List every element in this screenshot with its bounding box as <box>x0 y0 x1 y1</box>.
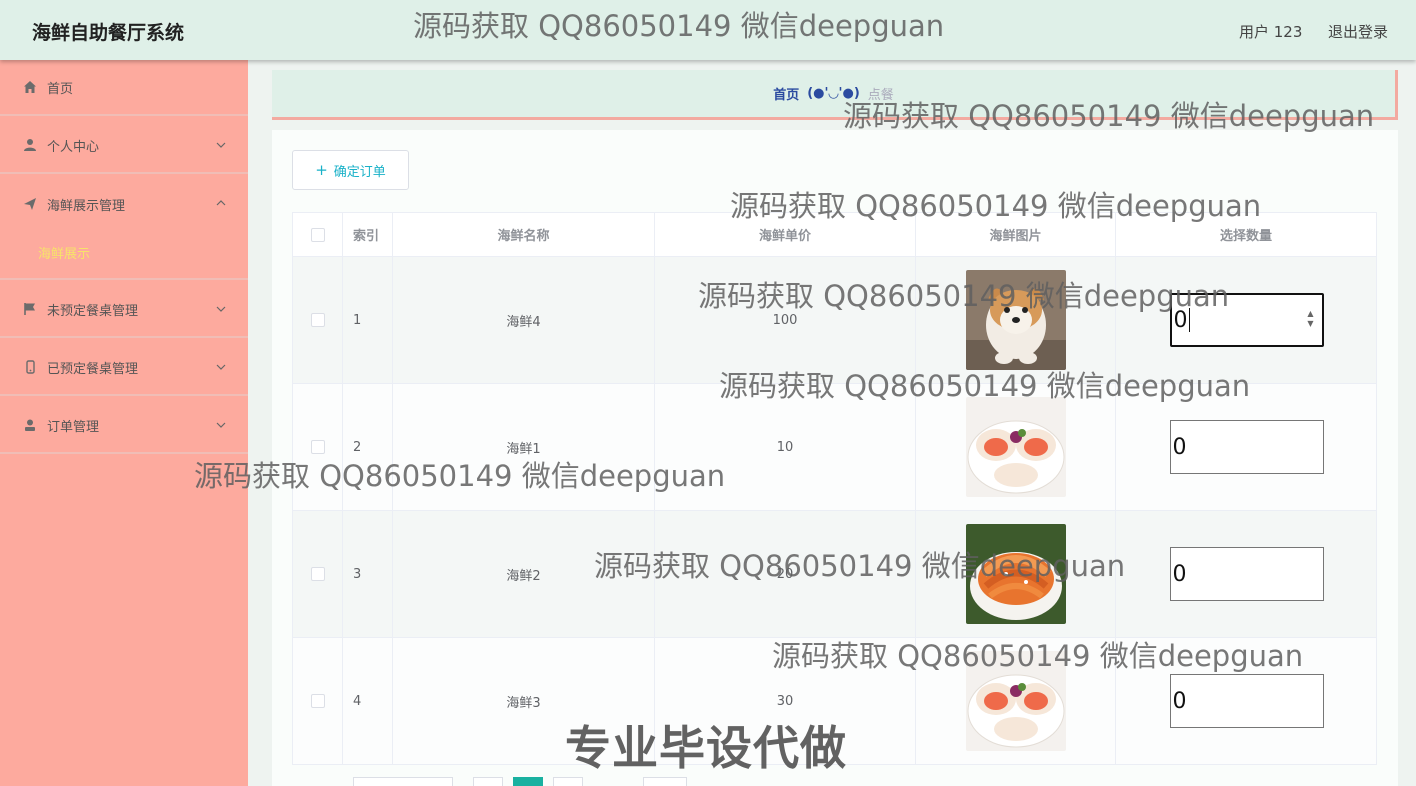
row-checkbox[interactable] <box>310 440 325 454</box>
sidebar-item-label: 首页 <box>47 81 74 97</box>
row-image-cell <box>916 257 1116 383</box>
quantity-stepper[interactable]: 0 ▲ ▼ <box>1169 293 1324 347</box>
column-header: 索引 <box>343 213 393 256</box>
table-row: 4 海鲜3 30 0 <box>293 638 1377 765</box>
row-name: 海鲜1 <box>393 384 655 510</box>
row-checkbox-cell <box>293 638 343 764</box>
row-checkbox[interactable] <box>310 694 325 708</box>
chevron-down-icon <box>216 422 226 428</box>
confirm-order-button[interactable]: + 确定订单 <box>292 150 409 190</box>
spinner-arrows-icon[interactable]: ▲ ▼ <box>1307 309 1313 329</box>
top-header: 海鲜自助餐厅系统 用户 123 退出登录 <box>0 0 1416 60</box>
row-price: 20 <box>655 511 916 637</box>
column-header: 海鲜名称 <box>393 213 655 256</box>
current-page-button[interactable] <box>513 777 543 786</box>
sidebar: 首页 个人中心 海鲜展示管理 海鲜展示 未预定餐桌管理 已预定餐桌管理 订单管理 <box>0 60 248 786</box>
sidebar-item-label: 已预定餐桌管理 <box>47 361 139 377</box>
sidebar-item-home[interactable]: 首页 <box>0 60 248 116</box>
quantity-stepper[interactable]: 0 <box>1169 674 1324 728</box>
sidebar-item-seafood-display-mgmt[interactable]: 海鲜展示管理 <box>0 176 248 232</box>
table-row: 3 海鲜2 20 0 <box>293 511 1377 638</box>
sidebar-item-label: 海鲜展示管理 <box>47 198 126 214</box>
quantity-stepper[interactable]: 0 <box>1169 420 1324 474</box>
shrimp-photo <box>965 524 1066 624</box>
row-price: 100 <box>655 257 916 383</box>
row-index: 4 <box>343 638 393 764</box>
quantity-value: 0 <box>1172 688 1187 714</box>
user-icon <box>22 137 38 153</box>
breadcrumb: 首页 (●'◡'●) 点餐 <box>272 70 1398 120</box>
plus-icon: + <box>315 161 328 179</box>
breadcrumb-current: 点餐 <box>867 88 894 103</box>
seafood-table: 索引 海鲜名称 海鲜单价 海鲜图片 选择数量 1 海鲜4 100 0 ▲ ▼ 2… <box>292 212 1377 765</box>
table-header-row: 索引 海鲜名称 海鲜单价 海鲜图片 选择数量 <box>293 213 1377 257</box>
quantity-value: 0 <box>1172 434 1187 460</box>
prev-page-button[interactable] <box>473 777 503 786</box>
chevron-down-icon <box>216 306 226 312</box>
confirm-order-label: 确定订单 <box>333 164 386 180</box>
sidebar-item-profile[interactable]: 个人中心 <box>0 118 248 174</box>
breadcrumb-home[interactable]: 首页 <box>773 84 799 103</box>
table-row: 1 海鲜4 100 0 ▲ ▼ <box>293 257 1377 384</box>
goto-page-input[interactable] <box>643 777 687 786</box>
chevron-down-icon <box>216 364 226 370</box>
column-header: 选择数量 <box>1116 213 1377 256</box>
flag-icon <box>22 301 38 317</box>
row-checkbox-cell <box>293 511 343 637</box>
table-row: 2 海鲜1 10 0 <box>293 384 1377 511</box>
sidebar-item-label: 未预定餐桌管理 <box>47 303 139 319</box>
logout-link[interactable]: 退出登录 <box>1328 21 1388 42</box>
select-all-checkbox[interactable] <box>310 227 325 242</box>
sidebar-subitem-seafood-display[interactable]: 海鲜展示 <box>0 230 248 280</box>
chevron-up-icon <box>216 200 226 206</box>
person-icon <box>22 417 38 433</box>
row-qty-cell: 0 <box>1116 638 1377 764</box>
row-index: 3 <box>343 511 393 637</box>
row-checkbox[interactable] <box>310 567 325 581</box>
quantity-value: 0 <box>1173 307 1188 333</box>
sidebar-item-orders[interactable]: 订单管理 <box>0 398 248 454</box>
row-name: 海鲜3 <box>393 638 655 764</box>
row-qty-cell: 0 <box>1116 511 1377 637</box>
next-page-button[interactable] <box>553 777 583 786</box>
header-checkbox-cell <box>293 213 343 256</box>
phone-icon <box>22 359 38 375</box>
row-image-cell <box>916 384 1116 510</box>
current-user: 用户 123 <box>1239 23 1303 41</box>
row-image-cell <box>916 511 1116 637</box>
app-title: 海鲜自助餐厅系统 <box>32 22 185 44</box>
sidebar-item-reserved-tables[interactable]: 已预定餐桌管理 <box>0 340 248 396</box>
row-name: 海鲜2 <box>393 511 655 637</box>
column-header: 海鲜图片 <box>916 213 1116 256</box>
row-checkbox-cell <box>293 257 343 383</box>
dog-photo <box>965 270 1066 370</box>
row-qty-cell: 0 ▲ ▼ <box>1116 257 1377 383</box>
home-icon <box>22 79 38 95</box>
scallop-photo <box>965 397 1066 497</box>
row-index: 1 <box>343 257 393 383</box>
column-header: 海鲜单价 <box>655 213 916 256</box>
row-checkbox-cell <box>293 384 343 510</box>
scallop-photo <box>965 651 1066 751</box>
sidebar-item-label: 个人中心 <box>47 139 100 155</box>
page-size-select[interactable] <box>353 777 453 786</box>
quantity-value: 0 <box>1172 561 1187 587</box>
sidebar-item-unreserved-tables[interactable]: 未预定餐桌管理 <box>0 282 248 338</box>
quantity-stepper[interactable]: 0 <box>1169 547 1324 601</box>
row-qty-cell: 0 <box>1116 384 1377 510</box>
row-index: 2 <box>343 384 393 510</box>
sidebar-item-label: 订单管理 <box>47 419 100 435</box>
row-checkbox[interactable] <box>310 313 325 327</box>
row-image-cell <box>916 638 1116 764</box>
breadcrumb-separator: (●'◡'●) <box>807 86 860 101</box>
row-name: 海鲜4 <box>393 257 655 383</box>
row-price: 10 <box>655 384 916 510</box>
send-icon <box>22 196 38 212</box>
row-price: 30 <box>655 638 916 764</box>
chevron-down-icon <box>216 142 226 148</box>
